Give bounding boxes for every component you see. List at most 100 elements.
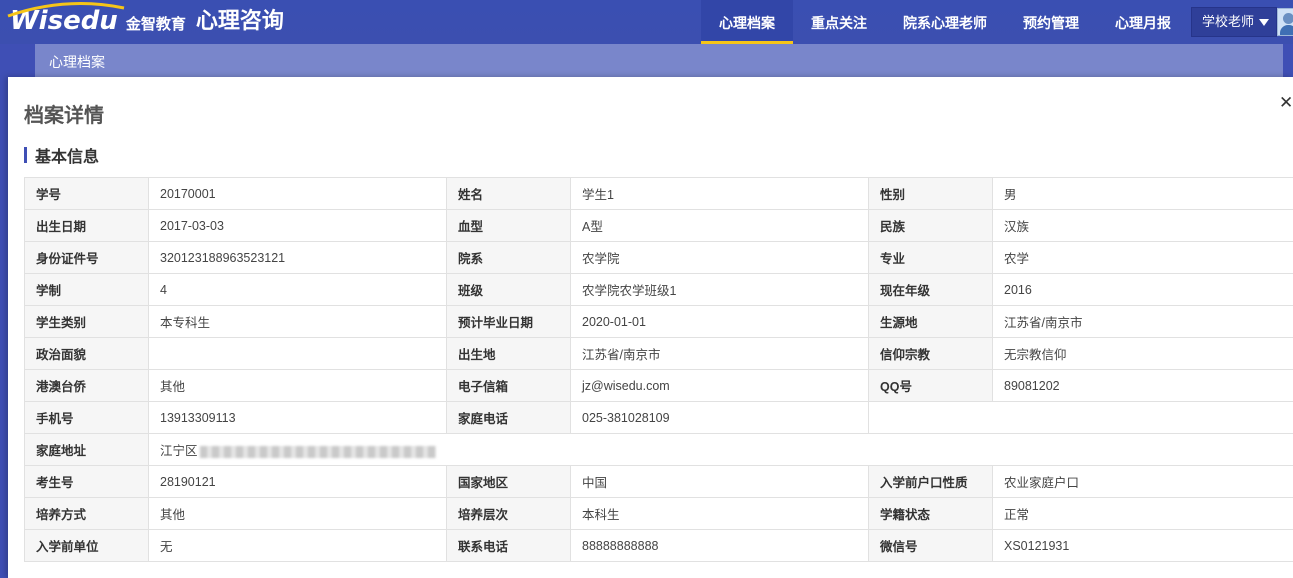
value-qq: 89081202 xyxy=(992,369,1293,402)
table-row: 学生类别 本专科生 预计毕业日期 2020-01-01 生源地 江苏省/南京市 xyxy=(24,305,1293,338)
nav-tab-focus[interactable]: 重点关注 xyxy=(793,0,885,44)
value-birth-date: 2017-03-03 xyxy=(148,209,447,242)
label-political-status: 政治面貌 xyxy=(24,337,149,370)
label-exam-number: 考生号 xyxy=(24,465,149,498)
section-accent-bar xyxy=(24,147,27,163)
value-grade: 2016 xyxy=(992,273,1293,306)
label-contact-phone: 联系电话 xyxy=(446,529,571,562)
label-birth-date: 出生日期 xyxy=(24,209,149,242)
basic-info-table: 学号 20170001 姓名 学生1 性别 男 出生日期 2017-03-03 … xyxy=(24,177,1293,562)
label-graduation-date: 预计毕业日期 xyxy=(446,305,571,338)
nav-tab-archive[interactable]: 心理档案 xyxy=(701,0,793,44)
value-ethnicity: 汉族 xyxy=(992,209,1293,242)
avatar-head-shape xyxy=(1283,13,1293,24)
label-class: 班级 xyxy=(446,273,571,306)
label-home-phone: 家庭电话 xyxy=(446,401,571,434)
label-grade: 现在年级 xyxy=(868,273,993,306)
value-email: jz@wisedu.com xyxy=(570,369,869,402)
section-header: 基本信息 xyxy=(24,143,99,167)
value-country: 中国 xyxy=(570,465,869,498)
home-address-text: 江宁区 xyxy=(160,444,198,458)
main-nav: 心理档案 重点关注 院系心理老师 预约管理 心理月报 xyxy=(701,0,1189,44)
value-birthplace: 江苏省/南京市 xyxy=(570,337,869,370)
logo-chinese: 金智教育 xyxy=(125,16,186,33)
logo-wordmark: Wisedu xyxy=(7,2,125,36)
value-prior-unit: 无 xyxy=(148,529,447,562)
value-training-level: 本科生 xyxy=(570,497,869,530)
value-religion: 无宗教信仰 xyxy=(992,337,1293,370)
top-header: Wisedu 金智教育 心理咨询 心理档案 重点关注 院系心理老师 预约管理 心… xyxy=(0,0,1293,44)
label-id-number: 身份证件号 xyxy=(24,241,149,274)
value-class: 农学院农学班级1 xyxy=(570,273,869,306)
value-political-status xyxy=(148,337,447,370)
label-qq: QQ号 xyxy=(868,369,993,402)
detail-panel: 档案详情 ✕ 基本信息 学号 20170001 姓名 学生1 性别 男 出生日期… xyxy=(8,77,1293,578)
table-row: 培养方式 其他 培养层次 本科生 学籍状态 正常 xyxy=(24,497,1293,530)
label-gender: 性别 xyxy=(868,177,993,210)
label-training-level: 培养层次 xyxy=(446,497,571,530)
label-student-type: 学生类别 xyxy=(24,305,149,338)
empty-cell xyxy=(868,401,1293,434)
label-student-id: 学号 xyxy=(24,177,149,210)
label-major: 专业 xyxy=(868,241,993,274)
value-mobile: 13913309113 xyxy=(148,401,447,434)
nav-tab-monthly-report[interactable]: 心理月报 xyxy=(1097,0,1189,44)
brand-logo[interactable]: Wisedu 金智教育 心理咨询 xyxy=(7,2,284,36)
user-role-label: 学校老师 xyxy=(1202,14,1255,29)
table-row: 出生日期 2017-03-03 血型 A型 民族 汉族 xyxy=(24,209,1293,242)
caret-down-icon xyxy=(1259,19,1269,26)
user-role-dropdown[interactable]: 学校老师 xyxy=(1191,7,1277,37)
section-title: 基本信息 xyxy=(35,149,100,166)
logo-swoosh-icon xyxy=(7,2,125,18)
label-name: 姓名 xyxy=(446,177,571,210)
label-enrollment-status: 学籍状态 xyxy=(868,497,993,530)
value-wechat: XS0121931 xyxy=(992,529,1293,562)
label-training-mode: 培养方式 xyxy=(24,497,149,530)
label-wechat: 微信号 xyxy=(868,529,993,562)
redacted-address xyxy=(199,445,436,458)
table-row: 手机号 13913309113 家庭电话 025-381028109 xyxy=(24,401,1293,434)
table-row: 港澳台侨 其他 电子信箱 jz@wisedu.com QQ号 89081202 xyxy=(24,369,1293,402)
value-duration: 4 xyxy=(148,273,447,306)
value-id-number: 320123188963523121 xyxy=(148,241,447,274)
label-home-address: 家庭地址 xyxy=(24,433,149,466)
app-title: 心理咨询 xyxy=(195,8,284,33)
value-enrollment-status: 正常 xyxy=(992,497,1293,530)
value-gender: 男 xyxy=(992,177,1293,210)
label-religion: 信仰宗教 xyxy=(868,337,993,370)
label-blood-type: 血型 xyxy=(446,209,571,242)
breadcrumb-label: 心理档案 xyxy=(49,54,105,70)
label-ethnicity: 民族 xyxy=(868,209,993,242)
table-row: 身份证件号 320123188963523121 院系 农学院 专业 农学 xyxy=(24,241,1293,274)
value-home-address: 江宁区 xyxy=(148,433,1293,466)
table-row: 学制 4 班级 农学院农学班级1 现在年级 2016 xyxy=(24,273,1293,306)
label-origin: 生源地 xyxy=(868,305,993,338)
label-hmt-overseas: 港澳台侨 xyxy=(24,369,149,402)
value-blood-type: A型 xyxy=(570,209,869,242)
value-department: 农学院 xyxy=(570,241,869,274)
table-row: 学号 20170001 姓名 学生1 性别 男 xyxy=(24,177,1293,210)
value-home-phone: 025-381028109 xyxy=(570,401,869,434)
value-training-mode: 其他 xyxy=(148,497,447,530)
value-hmt-overseas: 其他 xyxy=(148,369,447,402)
table-row: 家庭地址 江宁区 xyxy=(24,433,1293,466)
nav-tab-appointments[interactable]: 预约管理 xyxy=(1005,0,1097,44)
table-row: 政治面貌 出生地 江苏省/南京市 信仰宗教 无宗教信仰 xyxy=(24,337,1293,370)
label-mobile: 手机号 xyxy=(24,401,149,434)
label-country: 国家地区 xyxy=(446,465,571,498)
table-row: 入学前单位 无 联系电话 88888888888 微信号 XS0121931 xyxy=(24,529,1293,562)
label-household-type: 入学前户口性质 xyxy=(868,465,993,498)
panel-title: 档案详情 xyxy=(24,105,104,127)
value-exam-number: 28190121 xyxy=(148,465,447,498)
breadcrumb-bar: 心理档案 xyxy=(35,44,1283,77)
nav-tab-dept-teacher[interactable]: 院系心理老师 xyxy=(885,0,1005,44)
label-birthplace: 出生地 xyxy=(446,337,571,370)
value-student-type: 本专科生 xyxy=(148,305,447,338)
value-student-id: 20170001 xyxy=(148,177,447,210)
user-avatar[interactable] xyxy=(1277,8,1293,36)
value-name: 学生1 xyxy=(570,177,869,210)
value-contact-phone: 88888888888 xyxy=(570,529,869,562)
value-major: 农学 xyxy=(992,241,1293,274)
close-icon[interactable]: ✕ xyxy=(1279,93,1293,113)
label-department: 院系 xyxy=(446,241,571,274)
